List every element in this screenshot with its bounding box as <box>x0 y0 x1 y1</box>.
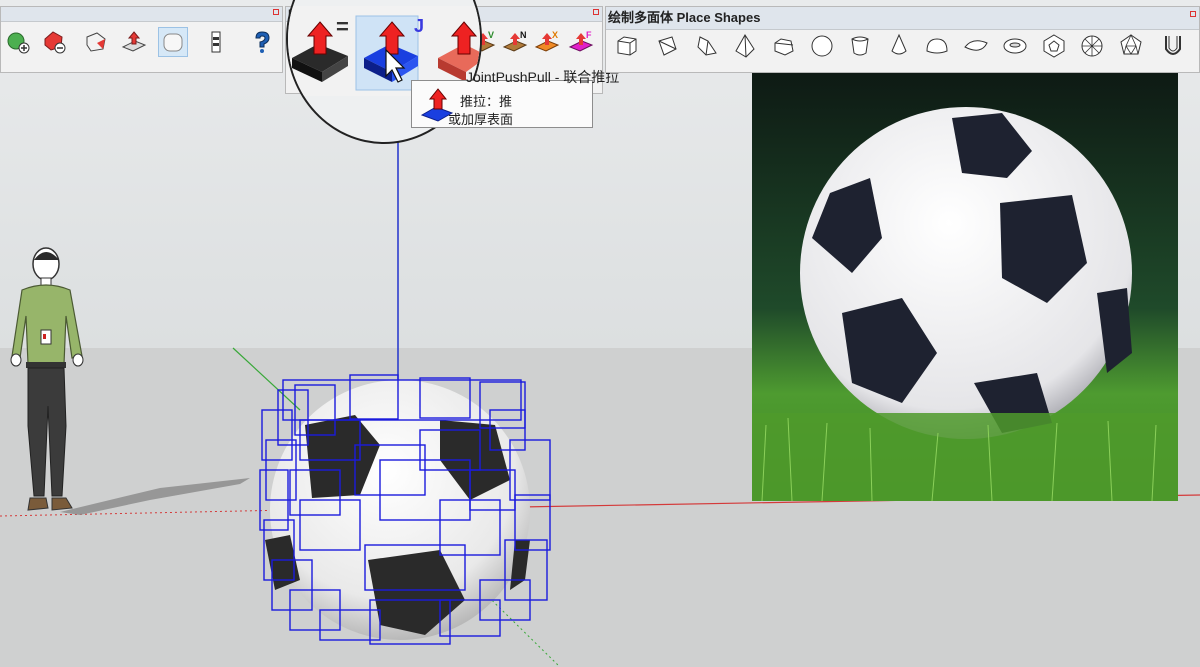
toolbar-title: 绘制多面体 Place Shapes <box>608 10 761 25</box>
geodesic-sphere-icon <box>1081 35 1103 57</box>
svg-text:X: X <box>552 30 558 40</box>
rounded-cube-button[interactable] <box>158 27 188 57</box>
svg-text:V: V <box>488 30 494 40</box>
solid-tools-toolbar <box>0 6 283 73</box>
soften-button[interactable] <box>81 27 111 57</box>
shape-icosahedron-button[interactable] <box>1116 31 1146 61</box>
torus-icon <box>1003 38 1027 54</box>
normal-push-pull-icon: N <box>502 30 528 52</box>
icosahedron-icon <box>1120 34 1142 55</box>
prism-icon <box>697 36 717 56</box>
tooltip-line-2: 或加厚表面 <box>448 112 514 127</box>
green-axis <box>232 347 301 411</box>
cylinder-icon <box>851 36 869 56</box>
follow-push-pull-button[interactable]: F <box>566 27 596 57</box>
push-pull-icon <box>121 31 147 52</box>
shape-truncated-button[interactable] <box>769 31 799 61</box>
dodecahedron-icon <box>1043 34 1065 58</box>
shape-geodesic-sphere-button[interactable] <box>1077 31 1107 61</box>
push-pull-button[interactable] <box>119 27 149 57</box>
shape-torus-button[interactable] <box>1000 31 1030 61</box>
place-shapes-toolbar: 绘制多面体 Place Shapes <box>605 6 1200 73</box>
toolbar-close-icon[interactable] <box>1190 11 1196 17</box>
follow-push-pull-icon: F <box>568 30 594 52</box>
tooltip-title: JointPushPull - 联合推拉 <box>466 69 620 85</box>
shape-dodecahedron-button[interactable] <box>1039 31 1069 61</box>
circle-icon <box>811 35 833 57</box>
shape-lens-button[interactable] <box>961 31 991 61</box>
shape-cone-button[interactable] <box>884 31 914 61</box>
shape-prism-button[interactable] <box>692 31 722 61</box>
soften-icon <box>86 32 106 52</box>
rounded-cube-icon <box>163 33 183 52</box>
truncated-icon <box>774 38 794 56</box>
normal-push-pull-button[interactable]: N <box>500 27 530 57</box>
component-button[interactable] <box>201 27 231 57</box>
help-icon <box>255 31 270 53</box>
shape-cylinder-button[interactable] <box>845 31 875 61</box>
add-solid-button[interactable] <box>3 27 33 57</box>
toolbar-header[interactable] <box>1 7 282 22</box>
help-button[interactable] <box>247 27 277 57</box>
svg-text:J: J <box>414 16 424 36</box>
dome-icon <box>926 38 948 54</box>
box-icon <box>617 36 637 56</box>
shape-dome-button[interactable] <box>922 31 952 61</box>
toolbar-close-icon[interactable] <box>593 9 599 15</box>
shape-tube-button[interactable] <box>1158 31 1188 61</box>
subtract-solid-button[interactable] <box>39 27 69 57</box>
shape-box-button[interactable] <box>612 31 642 61</box>
svg-text:F: F <box>586 30 592 40</box>
modeling-viewport[interactable] <box>0 0 1200 667</box>
shape-pyramid-button[interactable] <box>730 31 760 61</box>
extrude-push-pull-icon: X <box>534 30 560 52</box>
subtract-solid-icon <box>44 31 66 54</box>
lens-icon <box>964 40 988 51</box>
tooltip-line-1: 推拉：推 <box>460 94 513 109</box>
add-solid-icon <box>7 32 30 54</box>
svg-text:N: N <box>520 30 527 40</box>
cone-icon <box>891 33 907 55</box>
shape-circle-button[interactable] <box>807 31 837 61</box>
soccer-ball-photo <box>752 73 1178 501</box>
tube-icon <box>1165 36 1181 55</box>
extrude-push-pull-button[interactable]: X <box>532 27 562 57</box>
scale-figure-person <box>10 247 84 511</box>
wedge-icon <box>658 36 677 56</box>
svg-text:=: = <box>336 14 349 39</box>
shape-wedge-button[interactable] <box>652 31 682 61</box>
tool-tooltip: JointPushPull - 联合推拉 推拉：推 或加厚表面 <box>411 69 619 128</box>
toolbar-header[interactable]: 绘制多面体 Place Shapes <box>606 7 1199 30</box>
pyramid-icon <box>735 34 755 58</box>
toolbar-close-icon[interactable] <box>273 9 279 15</box>
component-icon <box>211 31 221 53</box>
